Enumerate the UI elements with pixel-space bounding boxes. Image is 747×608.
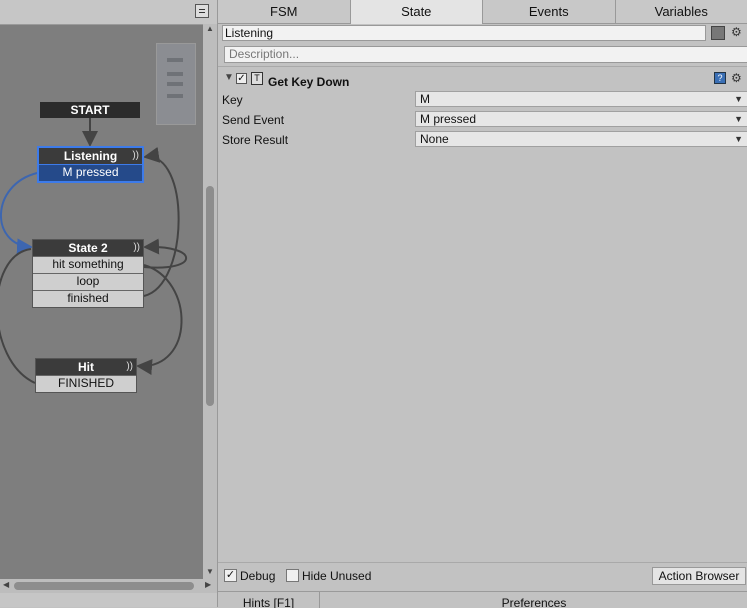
dropdown-value: M [420, 92, 430, 106]
state-node-title: Listening [64, 149, 117, 163]
property-row-store-result: Store Result None ▼ [218, 130, 747, 150]
state-node-header[interactable]: State 2 )) [33, 240, 143, 256]
tab-fsm[interactable]: FSM [218, 0, 351, 24]
property-row-send-event: Send Event M pressed ▼ [218, 110, 747, 130]
help-icon[interactable]: ? [714, 72, 726, 84]
wave-icon: )) [132, 148, 139, 164]
fsm-graph-view[interactable]: START Listening )) M pressed State 2 )) … [0, 0, 217, 607]
action-enabled-checkbox[interactable]: ✓ [236, 73, 247, 84]
scroll-right-icon[interactable]: ▶ [205, 580, 211, 589]
scroll-down-icon[interactable]: ▼ [206, 567, 214, 576]
gear-icon[interactable]: ⚙ [731, 25, 742, 39]
tab-variables[interactable]: Variables [616, 0, 747, 24]
state-color-swatch[interactable] [711, 26, 725, 40]
chevron-down-icon: ▼ [734, 132, 743, 146]
debug-label: Debug [240, 569, 275, 583]
hints-button[interactable]: Hints [F1] [218, 592, 320, 608]
state-node-listening[interactable]: Listening )) M pressed [37, 146, 144, 183]
action-title: Get Key Down [268, 75, 349, 89]
property-label: Key [222, 93, 243, 107]
store-result-dropdown[interactable]: None ▼ [415, 131, 747, 147]
property-row-key: Key M ▼ [218, 90, 747, 110]
tab-state[interactable]: State [351, 0, 484, 24]
hide-unused-label: Hide Unused [302, 569, 371, 583]
state-node-hit[interactable]: Hit )) FINISHED [35, 358, 137, 393]
state-node-state2[interactable]: State 2 )) hit something loop finished [32, 239, 144, 308]
property-label: Store Result [222, 133, 288, 147]
transition-hitsomething-hit [138, 265, 182, 366]
inspector-tabs: FSM State Events Variables [218, 0, 747, 24]
state-node-header[interactable]: Listening )) [39, 148, 142, 164]
graph-horizontal-scrollbar[interactable]: ◀ ▶ [0, 579, 217, 593]
scroll-thumb[interactable] [206, 186, 214, 406]
scroll-thumb[interactable] [14, 582, 194, 590]
wave-icon: )) [133, 240, 140, 256]
send-event-dropdown[interactable]: M pressed ▼ [415, 111, 747, 127]
inspector-panel: FSM State Events Variables Listening ⚙ D… [217, 0, 747, 607]
tab-events[interactable]: Events [483, 0, 616, 24]
preferences-button[interactable]: Preferences [320, 592, 747, 608]
transition-event-row[interactable]: loop [33, 273, 143, 290]
action-header[interactable]: ▼ ✓ T Get Key Down ? ⚙ [218, 66, 747, 93]
inspector-bottom-bar: ✓ Debug Hide Unused Action Browser [218, 562, 747, 589]
scroll-left-icon[interactable]: ◀ [3, 580, 9, 589]
state-node-header[interactable]: Hit )) [36, 359, 136, 375]
transition-loop-state2 [144, 247, 186, 268]
start-node[interactable]: START [40, 102, 140, 118]
transition-event-row[interactable]: hit something [33, 256, 143, 273]
description-field[interactable]: Description... [224, 46, 747, 63]
action-type-icon: T [251, 72, 263, 85]
chevron-down-icon: ▼ [734, 92, 743, 106]
footer-bar: Hints [F1] Preferences [218, 591, 747, 608]
property-label: Send Event [222, 113, 284, 127]
transition-event-row[interactable]: FINISHED [36, 375, 136, 392]
key-dropdown[interactable]: M ▼ [415, 91, 747, 107]
graph-vertical-scrollbar[interactable]: ▲ ▼ [203, 24, 217, 579]
state-node-title: State 2 [68, 241, 107, 255]
chevron-down-icon: ▼ [734, 112, 743, 126]
transition-hitfinished-state2 [0, 249, 35, 383]
action-browser-button[interactable]: Action Browser [652, 567, 746, 585]
graph-bottom-strip [0, 593, 217, 607]
gear-icon[interactable]: ⚙ [731, 71, 742, 85]
foldout-arrow-icon[interactable]: ▼ [224, 72, 234, 83]
dropdown-value: None [420, 132, 449, 146]
start-node-title: START [70, 103, 109, 117]
state-name-field[interactable]: Listening [222, 25, 706, 41]
wave-icon: )) [126, 359, 133, 375]
state-node-title: Hit [78, 360, 94, 374]
transition-event-row[interactable]: finished [33, 290, 143, 307]
transition-event-row[interactable]: M pressed [39, 164, 142, 181]
hide-unused-checkbox[interactable] [286, 569, 299, 582]
scroll-up-icon[interactable]: ▲ [206, 24, 214, 33]
debug-checkbox[interactable]: ✓ [224, 569, 237, 582]
transition-mpressed-state2 [1, 173, 37, 247]
dropdown-value: M pressed [420, 112, 476, 126]
